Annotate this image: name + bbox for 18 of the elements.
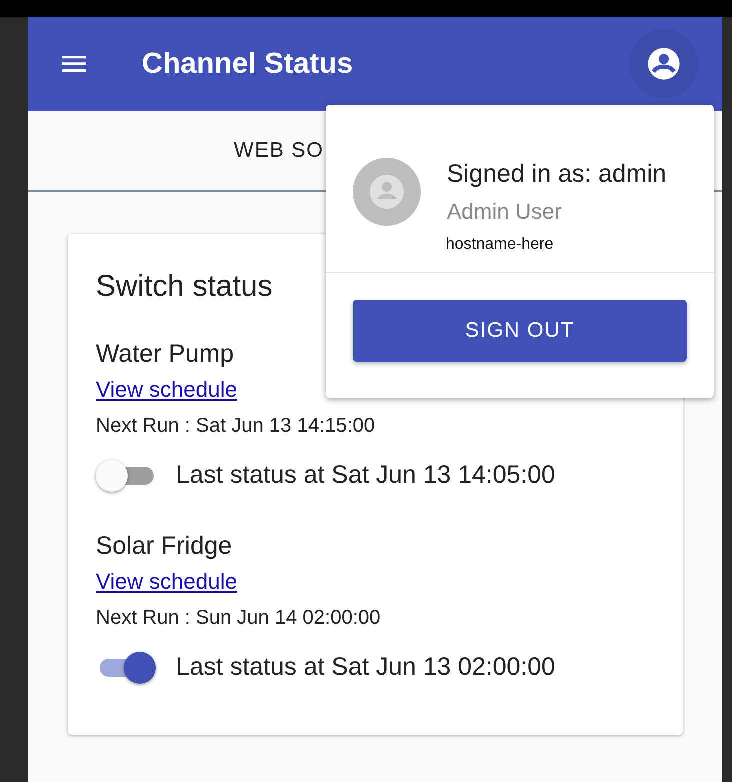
next-run-text: Next Run : Sun Jun 14 02:00:00 xyxy=(96,607,381,630)
toggle-switch[interactable] xyxy=(96,458,156,492)
tab[interactable]: WEB SO xyxy=(234,111,324,190)
signed-in-text: Signed in as: admin xyxy=(447,160,667,188)
hostname-text: hostname-here xyxy=(446,236,555,254)
avatar-icon xyxy=(353,158,421,226)
next-run-text: Next Run : Sat Jun 13 14:15:00 xyxy=(96,415,376,438)
schedule-link[interactable]: View schedule xyxy=(96,569,238,594)
switch-name: Water Pump xyxy=(96,340,234,369)
last-status-text: Last status at Sat Jun 13 14:05:00 xyxy=(176,460,556,490)
schedule-link[interactable]: View schedule xyxy=(96,377,238,402)
last-status-text: Last status at Sat Jun 13 02:00:00 xyxy=(176,652,556,682)
app-title: Channel Status xyxy=(142,48,354,80)
switch-name: Solar Fridge xyxy=(96,532,232,561)
sign-out-button[interactable]: SIGN OUT xyxy=(353,300,687,362)
user-name: Admin User xyxy=(447,198,563,224)
account-icon xyxy=(645,45,683,83)
card-title: Switch status xyxy=(96,270,274,304)
